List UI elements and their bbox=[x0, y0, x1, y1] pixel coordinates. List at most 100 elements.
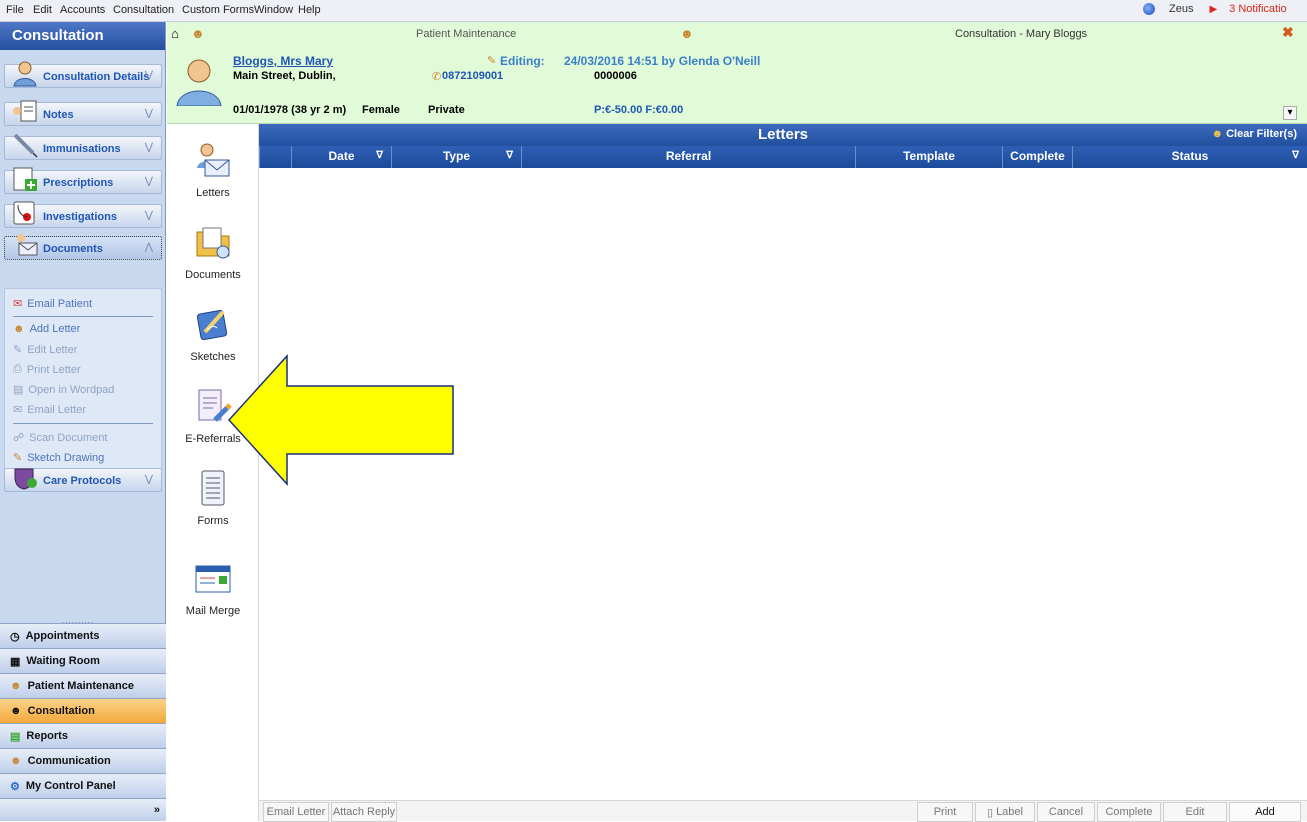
column-header-status[interactable]: Status ∇ bbox=[1072, 146, 1307, 168]
wordpad-icon: ▤ bbox=[13, 384, 24, 396]
section-label: Documents bbox=[43, 243, 103, 255]
cancel-button[interactable]: Cancel bbox=[1037, 802, 1095, 822]
section-consultation-details[interactable]: Consultation Details ⋁ bbox=[4, 61, 162, 88]
section-immunisations[interactable]: Immunisations ⋁ bbox=[4, 133, 162, 160]
nav-patient-maintenance[interactable]: ☻ Patient Maintenance bbox=[0, 673, 166, 698]
patient-dob: 01/01/1978 (38 yr 2 m) bbox=[233, 104, 347, 116]
column-header-date[interactable]: Date ∇ bbox=[291, 146, 391, 168]
add-button[interactable]: Add bbox=[1229, 802, 1301, 822]
forms-label: Forms bbox=[197, 515, 229, 527]
mail-merge-button[interactable]: Mail Merge bbox=[167, 558, 259, 617]
menu-consultation[interactable]: Consultation bbox=[113, 4, 174, 16]
filter-icon[interactable]: ∇ bbox=[506, 150, 513, 161]
clock-icon: ◷ bbox=[10, 630, 20, 643]
patient-name-link[interactable]: Bloggs, Mrs Mary bbox=[233, 54, 333, 68]
letters-panel-title: Letters ☻ Clear Filter(s) bbox=[259, 124, 1307, 146]
editing-info: 24/03/2016 14:51 by Glenda O'Neill bbox=[564, 54, 761, 68]
sidebar-title: Consultation bbox=[0, 22, 165, 50]
nav-reports[interactable]: ▤ Reports bbox=[0, 723, 166, 748]
menu-accounts[interactable]: Accounts bbox=[60, 4, 105, 16]
nav-my-control-panel[interactable]: ⚙ My Control Panel bbox=[0, 773, 166, 798]
patient-small-icon[interactable]: ☻ bbox=[191, 26, 205, 41]
notifications-link[interactable]: 3 Notificatio bbox=[1229, 3, 1286, 15]
header-dropdown-toggle[interactable]: ▾ bbox=[1283, 106, 1297, 120]
nav-appointments[interactable]: ◷ Appointments bbox=[0, 623, 166, 648]
print-letter-link[interactable]: ⎙ Print Letter bbox=[13, 363, 81, 376]
open-in-wordpad-link[interactable]: ▤ Open in Wordpad bbox=[13, 383, 114, 397]
column-header-template[interactable]: Template bbox=[855, 146, 1002, 168]
edit-button[interactable]: Edit bbox=[1163, 802, 1227, 822]
menu-help[interactable]: Help bbox=[298, 4, 321, 16]
scan-document-link[interactable]: ☍ Scan Document bbox=[13, 431, 108, 445]
menu-edit[interactable]: Edit bbox=[33, 4, 52, 16]
section-prescriptions[interactable]: Prescriptions ⋁ bbox=[4, 167, 162, 194]
chevron-down-icon: ⋁ bbox=[144, 142, 153, 153]
add-letter-link[interactable]: ☻ Add Letter bbox=[13, 323, 80, 335]
button-label: Email Letter bbox=[266, 806, 326, 818]
item-label: Print Letter bbox=[26, 363, 81, 376]
edit-letter-link[interactable]: ✎ Edit Letter bbox=[13, 343, 77, 357]
patient-small-icon: ☻ bbox=[680, 26, 694, 41]
complete-button[interactable]: Complete bbox=[1097, 802, 1161, 822]
add-letter-icon: ☻ bbox=[13, 323, 25, 335]
documents-panel: ✉ Email Patient ☻ Add Letter ✎ Edit Letter … bbox=[4, 288, 162, 478]
letters-button[interactable]: Letters bbox=[167, 140, 259, 199]
menu-window[interactable]: Window bbox=[254, 4, 293, 16]
section-care-protocols[interactable]: Care Protocols ⋁ bbox=[4, 468, 162, 492]
zeus-icon[interactable] bbox=[1143, 3, 1155, 15]
home-icon[interactable]: ⌂ bbox=[171, 26, 179, 41]
editing-label: Editing: bbox=[500, 54, 545, 68]
button-label: Print bbox=[933, 806, 957, 818]
menu-custom-forms[interactable]: Custom Forms bbox=[182, 4, 254, 16]
menu-file[interactable]: File bbox=[6, 4, 24, 16]
section-investigations[interactable]: Investigations ⋁ bbox=[4, 201, 162, 228]
email-letter-link[interactable]: ✉ Email Letter bbox=[13, 403, 86, 417]
sketches-icon bbox=[196, 309, 228, 341]
patient-avatar bbox=[176, 59, 222, 106]
patient-type: Private bbox=[428, 104, 465, 116]
annotation-arrow bbox=[227, 354, 454, 486]
label-button[interactable]: ▯ Label bbox=[975, 802, 1035, 822]
item-label: Scan Document bbox=[29, 431, 108, 444]
column-header-complete[interactable]: Complete bbox=[1002, 146, 1072, 168]
item-label: Add Letter bbox=[29, 323, 81, 335]
nav-consultation[interactable]: ☻ Consultation bbox=[0, 698, 166, 723]
email-icon: ✉ bbox=[13, 298, 23, 310]
column-header-referral[interactable]: Referral bbox=[521, 146, 855, 168]
button-label: Complete bbox=[1105, 806, 1153, 818]
filter-icon[interactable]: ∇ bbox=[376, 150, 383, 161]
email-patient-link[interactable]: ✉ Email Patient bbox=[13, 297, 92, 311]
section-label: Investigations bbox=[43, 211, 117, 223]
tab-patient-maintenance[interactable]: Patient Maintenance bbox=[416, 28, 516, 40]
print-button[interactable]: Print bbox=[917, 802, 973, 822]
sidebar-expand-button[interactable]: » bbox=[0, 798, 166, 821]
letters-grid-header: Date ∇ Type ∇ Referral Template Complete S… bbox=[259, 146, 1307, 168]
close-icon[interactable]: ✖ bbox=[1282, 24, 1294, 41]
printer-icon: ⎙ bbox=[13, 363, 22, 375]
notes-icon bbox=[13, 100, 37, 122]
nav-label: Communication bbox=[27, 755, 111, 767]
column-header-type[interactable]: Type ∇ bbox=[391, 146, 521, 168]
filter-icon[interactable]: ∇ bbox=[1292, 150, 1299, 161]
documents-button[interactable]: Documents bbox=[167, 222, 259, 281]
email-letter-button[interactable]: Email Letter bbox=[263, 802, 329, 822]
attach-reply-button[interactable]: Attach Reply bbox=[331, 802, 397, 822]
section-documents[interactable]: Documents ⋀ bbox=[4, 234, 162, 260]
letters-icon bbox=[197, 143, 230, 177]
nav-communication[interactable]: ☻ Communication bbox=[0, 748, 166, 773]
nav-waiting-room[interactable]: ▦ Waiting Room bbox=[0, 648, 166, 673]
button-label: Cancel bbox=[1048, 806, 1084, 818]
chevron-down-icon: ⋁ bbox=[144, 176, 153, 187]
label-icon: ▯ bbox=[987, 806, 994, 819]
clear-filters-button[interactable]: ☻ Clear Filter(s) bbox=[1212, 128, 1298, 140]
section-label: Notes bbox=[43, 109, 74, 121]
waiting-room-icon: ▦ bbox=[10, 655, 21, 668]
patient-balance: P:€-50.00 F:€0.00 bbox=[594, 104, 684, 116]
tab-consultation[interactable]: Consultation - Mary Bloggs bbox=[955, 28, 1087, 40]
section-notes[interactable]: Notes ⋁ bbox=[4, 100, 162, 126]
notification-icon[interactable]: ▶ bbox=[1209, 4, 1217, 15]
col-label: Status bbox=[1171, 149, 1209, 163]
user-name[interactable]: Zeus bbox=[1169, 3, 1193, 15]
chevron-down-icon: ⋁ bbox=[144, 474, 153, 485]
doctor-icon bbox=[13, 61, 37, 87]
